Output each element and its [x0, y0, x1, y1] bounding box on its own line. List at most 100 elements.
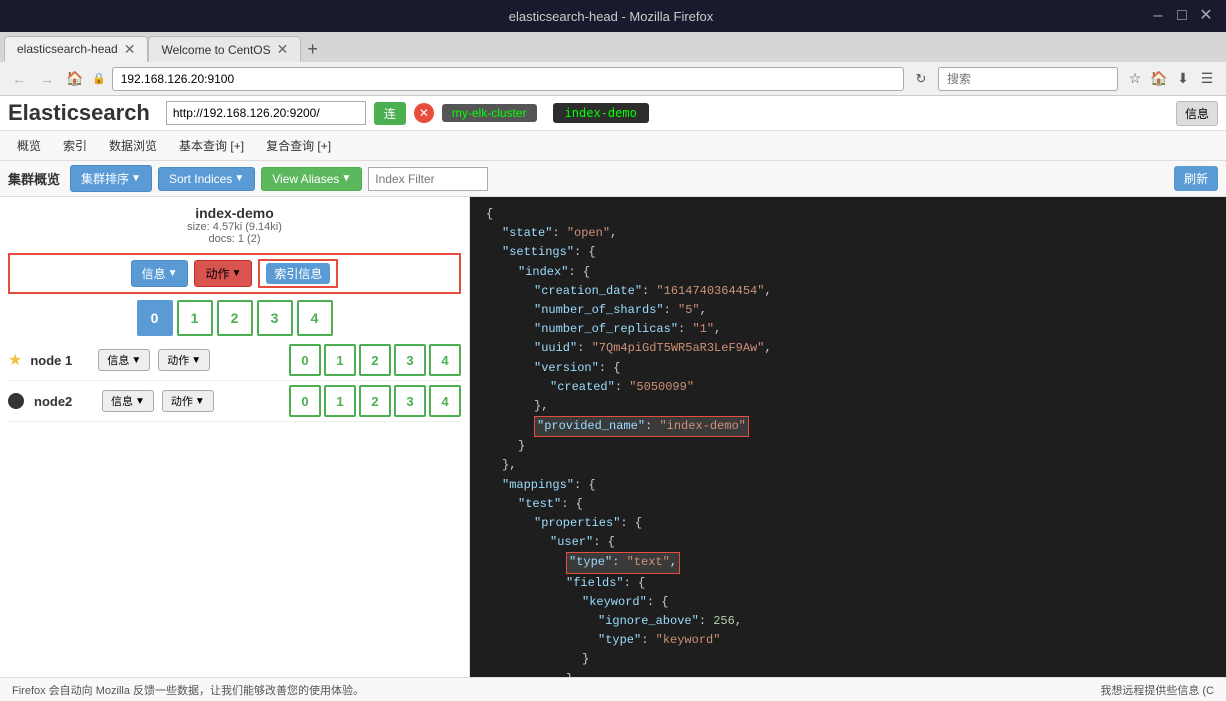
nav-basic-query[interactable]: 基本查询 [+] [170, 134, 253, 157]
node1-info-arrow: ▼ [131, 355, 141, 366]
cluster-name: my-elk-cluster [442, 104, 537, 122]
index-docs: docs: 1 (2) [8, 233, 461, 245]
json-line: }, [502, 456, 1210, 475]
connect-url-input[interactable] [166, 101, 366, 125]
json-line: "creation_date": "1614740364454", [534, 282, 1210, 301]
home-button[interactable]: 🏠 [64, 68, 86, 90]
node2-shard-3: 3 [394, 385, 426, 417]
app-header: Elasticsearch 连 ✕ my-elk-cluster index-d… [0, 96, 1226, 131]
json-line-highlight: "provided_name": "index-demo" [534, 416, 1210, 437]
url-input[interactable] [112, 67, 904, 91]
sort-indices-button[interactable]: Sort Indices ▼ [158, 167, 255, 191]
node2-info-arrow: ▼ [135, 396, 145, 407]
node1-shard-4: 4 [429, 344, 461, 376]
index-card: index-demo size: 4.57ki (9.14ki) docs: 1… [8, 205, 461, 245]
nav-overview[interactable]: 概览 [8, 134, 50, 157]
index-info-popup: 索引信息 [258, 259, 338, 288]
app: Elasticsearch 连 ✕ my-elk-cluster index-d… [0, 96, 1226, 677]
minimize-button[interactable]: – [1150, 8, 1166, 24]
index-info-button[interactable]: 索引信息 [266, 263, 330, 284]
primary-shards: 0 1 2 3 4 [8, 300, 461, 336]
new-tab-button[interactable]: + [301, 36, 324, 62]
json-line-highlight2: "type": "text", [566, 552, 1210, 573]
maximize-button[interactable]: □ [1174, 8, 1190, 24]
main-content: index-demo size: 4.57ki (9.14ki) docs: 1… [0, 197, 1226, 677]
menu-icon[interactable]: ☰ [1196, 68, 1218, 90]
tab-welcome-centos[interactable]: Welcome to CentOS ✕ [148, 36, 301, 62]
bookmark-icon[interactable]: ☆ [1124, 68, 1146, 90]
json-line: "state": "open", [502, 224, 1210, 243]
tab-close-icon[interactable]: ✕ [124, 41, 136, 58]
json-line: "number_of_replicas": "1", [534, 320, 1210, 339]
node1-shard-0: 0 [289, 344, 321, 376]
index-demo-tab[interactable]: index-demo [553, 103, 649, 123]
json-line: "index": { [518, 263, 1210, 282]
shard-0-primary: 0 [137, 300, 173, 336]
json-line: "test": { [518, 495, 1210, 514]
cluster-overview-label: 集群概览 [8, 169, 60, 188]
titlebar: elasticsearch-head - Mozilla Firefox – □… [0, 0, 1226, 32]
shard-4-primary: 4 [297, 300, 333, 336]
node1-info-button[interactable]: 信息 ▼ [98, 349, 150, 371]
json-line: "type": "keyword" [598, 631, 1210, 650]
tab-label: Welcome to CentOS [161, 43, 270, 57]
tab-elasticsearch-head[interactable]: elasticsearch-head ✕ [4, 36, 148, 62]
json-line: "ignore_above": 256, [598, 612, 1210, 631]
json-line: }, [534, 397, 1210, 416]
json-line: "keyword": { [582, 593, 1210, 612]
security-icon: 🔒 [92, 72, 106, 85]
nav-menu: 概览 索引 数据浏览 基本查询 [+] 复合查询 [+] [0, 131, 1226, 161]
index-actions-highlight: 信息 ▼ 动作 ▼ 索引信息 [8, 253, 461, 294]
tab-close-icon[interactable]: ✕ [277, 41, 289, 58]
info-button[interactable]: 信息 [1176, 101, 1218, 126]
statusbar-left: Firefox 会自动向 Mozilla 反馈一些数据，让我们能够改善您的使用体… [12, 682, 364, 698]
node1-shard-1: 1 [324, 344, 356, 376]
json-line: "settings": { [502, 243, 1210, 262]
left-panel: index-demo size: 4.57ki (9.14ki) docs: 1… [0, 197, 470, 677]
json-line: "version": { [534, 359, 1210, 378]
master-star-icon: ★ [8, 350, 22, 370]
json-content: { "state": "open", "settings": { "index"… [470, 197, 1226, 677]
index-size: size: 4.57ki (9.14ki) [8, 221, 461, 233]
view-aliases-button[interactable]: View Aliases ▼ [261, 167, 362, 191]
nav-complex-query[interactable]: 复合查询 [+] [257, 134, 340, 157]
index-filter-input[interactable] [368, 167, 488, 191]
connect-button[interactable]: 连 [374, 102, 406, 125]
search-input[interactable] [938, 67, 1118, 91]
node2-shard-4: 4 [429, 385, 461, 417]
json-line: "number_of_shards": "5", [534, 301, 1210, 320]
node2-action-button[interactable]: 动作 ▼ [162, 390, 214, 412]
node1-shards: 0 1 2 3 4 [289, 344, 461, 376]
home-icon[interactable]: 🏠 [1148, 68, 1170, 90]
json-line: "uuid": "7Qm4piGdT5WR5aR3LeF9Aw", [534, 339, 1210, 358]
node2-shard-0: 0 [289, 385, 321, 417]
nav-indices[interactable]: 索引 [54, 134, 96, 157]
index-info-dropdown[interactable]: 信息 ▼ [131, 260, 189, 287]
app-title: Elasticsearch [8, 100, 150, 126]
disconnect-button[interactable]: ✕ [414, 103, 434, 123]
statusbar-right: 我想远程提供些信息 (C [1100, 682, 1214, 698]
tab-label: elasticsearch-head [17, 42, 118, 56]
index-actions-dropdown[interactable]: 动作 ▼ [194, 260, 252, 287]
statusbar: Firefox 会自动向 Mozilla 反馈一些数据，让我们能够改善您的使用体… [0, 677, 1226, 701]
refresh-button[interactable]: 刷新 [1174, 166, 1218, 191]
reload-button[interactable]: ↻ [910, 68, 932, 90]
download-icon[interactable]: ⬇ [1172, 68, 1194, 90]
json-line: } [582, 650, 1210, 669]
addressbar: ← → 🏠 🔒 ↻ ☆ 🏠 ⬇ ☰ [0, 62, 1226, 96]
node1-shard-3: 3 [394, 344, 426, 376]
node2-info-button[interactable]: 信息 ▼ [102, 390, 154, 412]
cluster-sort-label: 集群排序 [81, 170, 129, 187]
close-button[interactable]: ✕ [1198, 8, 1214, 24]
sort-indices-arrow: ▼ [234, 173, 244, 184]
nav-data-browse[interactable]: 数据浏览 [100, 134, 166, 157]
cluster-sort-arrow: ▼ [131, 173, 141, 184]
json-panel: { "state": "open", "settings": { "index"… [470, 197, 1226, 677]
forward-button[interactable]: → [36, 68, 58, 90]
node2-action-arrow: ▼ [195, 396, 205, 407]
back-button[interactable]: ← [8, 68, 30, 90]
sort-indices-label: Sort Indices [169, 172, 232, 186]
node2-name: node2 [34, 394, 94, 409]
cluster-sort-button[interactable]: 集群排序 ▼ [70, 165, 152, 192]
node1-action-button[interactable]: 动作 ▼ [158, 349, 210, 371]
